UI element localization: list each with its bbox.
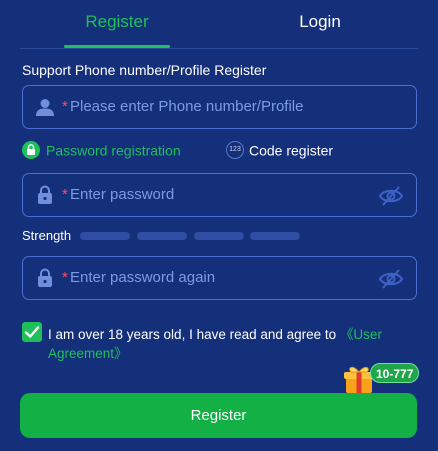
register-button[interactable]: Register bbox=[20, 393, 417, 438]
password-registration-option[interactable]: Password registration bbox=[22, 141, 181, 160]
strength-label: Strength bbox=[22, 228, 72, 243]
strength-segment bbox=[194, 232, 244, 240]
section-label: Support Phone number/Profile Register bbox=[22, 62, 267, 78]
password-registration-label: Password registration bbox=[46, 142, 181, 159]
strength-segment bbox=[137, 232, 187, 240]
code-123-icon: 123 bbox=[226, 141, 244, 160]
phone-placeholder: Please enter Phone number/Profile bbox=[70, 98, 304, 115]
confirm-password-placeholder: Enter password again bbox=[70, 269, 216, 286]
eye-off-icon[interactable] bbox=[379, 268, 403, 290]
registration-mode-row: Password registration 123 Code register bbox=[22, 141, 422, 161]
eye-off-icon[interactable] bbox=[379, 185, 403, 207]
strength-segment bbox=[80, 232, 130, 240]
code-register-label: Code register bbox=[249, 142, 334, 159]
phone-field[interactable]: * Please enter Phone number/Profile bbox=[22, 85, 417, 129]
agreement-text: I am over 18 years old, I have read and … bbox=[48, 325, 418, 363]
confirm-password-field[interactable]: * Enter password again bbox=[22, 256, 417, 300]
lock-icon bbox=[38, 268, 52, 287]
password-strength-meter: Strength bbox=[22, 228, 422, 244]
code-register-option[interactable]: 123 Code register bbox=[226, 141, 334, 160]
tab-bar: Register Login bbox=[0, 0, 438, 49]
required-mark: * bbox=[62, 98, 68, 115]
register-panel: Register Login Support Phone number/Prof… bbox=[0, 0, 438, 451]
password-placeholder: Enter password bbox=[70, 186, 175, 203]
agreement-statement: I am over 18 years old, I have read and … bbox=[48, 327, 340, 342]
tab-divider bbox=[20, 48, 418, 49]
lock-icon bbox=[38, 185, 52, 204]
promo-badge[interactable]: 10-777 bbox=[370, 363, 420, 383]
agreement-checkbox[interactable] bbox=[22, 322, 42, 342]
user-icon bbox=[36, 99, 54, 116]
tab-register[interactable]: Register bbox=[42, 12, 192, 36]
checkmark-icon bbox=[24, 326, 40, 338]
agreement-row: I am over 18 years old, I have read and … bbox=[22, 322, 422, 366]
strength-segment bbox=[250, 232, 300, 240]
lock-circle-icon bbox=[22, 141, 40, 160]
password-field[interactable]: * Enter password bbox=[22, 173, 417, 217]
tab-login[interactable]: Login bbox=[245, 12, 395, 36]
required-mark: * bbox=[62, 186, 68, 203]
required-mark: * bbox=[62, 269, 68, 286]
